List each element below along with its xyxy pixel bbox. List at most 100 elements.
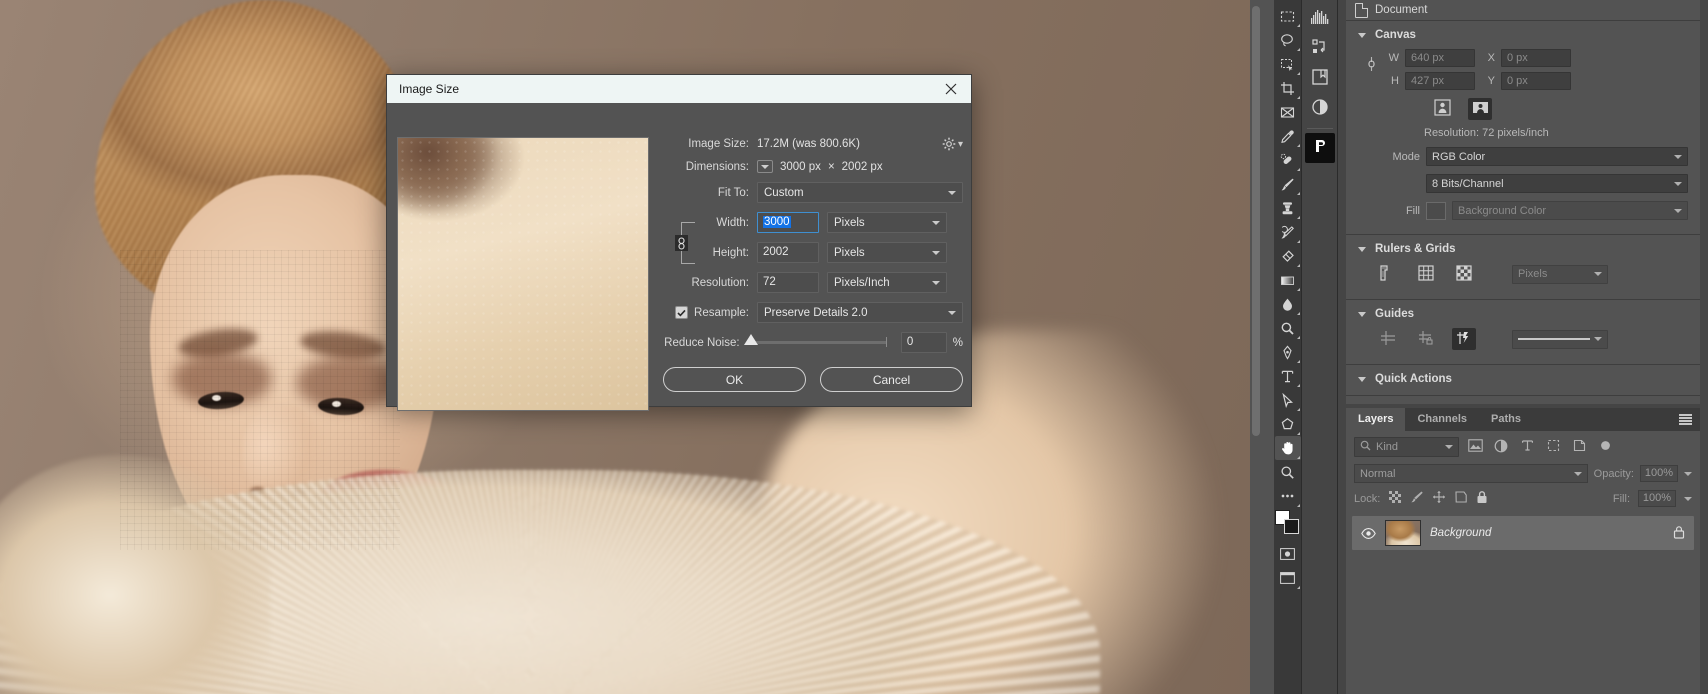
tab-layers[interactable]: Layers <box>1346 408 1406 431</box>
tool-eyedropper[interactable] <box>1275 124 1301 148</box>
resample-method-select[interactable]: Preserve Details 2.0 <box>757 302 963 323</box>
show-guides-button[interactable] <box>1376 328 1400 350</box>
tool-more[interactable] <box>1275 484 1301 508</box>
opacity-chevron-down-icon[interactable] <box>1684 471 1692 476</box>
ok-button[interactable]: OK <box>663 367 806 392</box>
panel-adjustments[interactable] <box>1305 94 1335 124</box>
list-item[interactable]: Background <box>1430 527 1664 539</box>
tool-eraser[interactable] <box>1275 244 1301 268</box>
canvas-depth-select[interactable]: 8 Bits/Channel <box>1426 174 1688 193</box>
image-preview[interactable] <box>397 137 649 411</box>
canvas-scrollbar-thumb[interactable] <box>1252 6 1260 436</box>
tool-brush[interactable] <box>1275 172 1301 196</box>
lock-position-icon[interactable] <box>1432 490 1446 507</box>
toggle-grid-button[interactable] <box>1414 263 1438 285</box>
lock-all-icon[interactable] <box>1476 490 1488 507</box>
orientation-landscape-button[interactable] <box>1468 98 1492 120</box>
filter-shape-button[interactable] <box>1543 437 1563 457</box>
tool-shape[interactable] <box>1275 412 1301 436</box>
guides-style-select[interactable] <box>1512 329 1608 349</box>
tool-frame[interactable] <box>1275 100 1301 124</box>
toggle-transparency-button[interactable] <box>1452 263 1476 285</box>
orientation-portrait-button[interactable] <box>1430 98 1454 120</box>
tool-type[interactable] <box>1275 364 1301 388</box>
canvas-vertical-scrollbar[interactable] <box>1250 0 1262 694</box>
gear-icon[interactable]: ▾ <box>942 137 963 151</box>
panel-histogram[interactable] <box>1305 4 1335 34</box>
height-input[interactable]: 2002 <box>757 242 819 263</box>
section-quick-actions-title-row[interactable]: Quick Actions <box>1346 371 1700 387</box>
tool-quick-mask[interactable] <box>1275 542 1301 566</box>
lock-icon[interactable] <box>1673 525 1685 542</box>
lock-image-icon[interactable] <box>1410 490 1424 507</box>
eye-icon[interactable] <box>1361 527 1376 539</box>
reduce-noise-slider-handle[interactable] <box>743 334 758 345</box>
fill-chevron-down-icon[interactable] <box>1684 496 1692 501</box>
lock-transparency-icon[interactable] <box>1388 490 1402 507</box>
tool-lasso[interactable] <box>1275 28 1301 52</box>
resolution-input[interactable]: 72 <box>757 272 819 293</box>
tool-dodge[interactable] <box>1275 316 1301 340</box>
panel-menu-icon[interactable] <box>1679 414 1692 425</box>
canvas-x-input[interactable]: 0 px <box>1501 49 1571 67</box>
filter-smartobject-button[interactable] <box>1569 437 1589 457</box>
background-color-swatch[interactable] <box>1283 519 1299 534</box>
canvas-mode-select[interactable]: RGB Color <box>1426 147 1688 166</box>
panel-libraries[interactable] <box>1305 64 1335 94</box>
section-guides-title-row[interactable]: Guides <box>1346 306 1700 326</box>
layer-kind-filter[interactable]: Kind <box>1354 437 1459 457</box>
filter-adjustment-button[interactable] <box>1491 437 1511 457</box>
resolution-unit-select[interactable]: Pixels/Inch <box>827 272 947 293</box>
gradient-icon <box>1280 273 1295 288</box>
dialog-titlebar[interactable]: Image Size <box>387 75 971 103</box>
table-row[interactable]: Background <box>1352 516 1694 550</box>
lock-guides-button[interactable] <box>1414 328 1438 350</box>
resample-checkbox[interactable] <box>675 306 689 319</box>
filter-image-button[interactable] <box>1465 437 1485 457</box>
canvas-y-input[interactable]: 0 px <box>1501 72 1571 90</box>
tool-path-selection[interactable] <box>1275 388 1301 412</box>
close-icon[interactable] <box>939 77 963 101</box>
tool-pen[interactable] <box>1275 340 1301 364</box>
tool-history-brush[interactable] <box>1275 220 1301 244</box>
dimensions-dropdown-button[interactable] <box>757 160 773 173</box>
filter-type-button[interactable] <box>1517 437 1537 457</box>
fit-to-select[interactable]: Custom <box>757 182 963 203</box>
canvas-fill-select[interactable]: Background Color <box>1452 201 1688 220</box>
panel-properties[interactable] <box>1304 133 1335 163</box>
section-rulers-title-row[interactable]: Rulers & Grids <box>1346 241 1700 261</box>
tool-object-selection[interactable] <box>1275 52 1301 76</box>
width-input[interactable]: 3000 <box>757 212 819 233</box>
color-swatches[interactable] <box>1274 510 1301 536</box>
blend-mode-select[interactable]: Normal <box>1354 464 1588 483</box>
reduce-noise-slider[interactable] <box>743 334 887 347</box>
fill-value[interactable]: 100% <box>1638 490 1676 507</box>
tool-blur[interactable] <box>1275 292 1301 316</box>
height-unit-select[interactable]: Pixels <box>827 242 947 263</box>
lock-artboard-icon[interactable] <box>1454 490 1468 507</box>
tool-crop[interactable] <box>1275 76 1301 100</box>
canvas-link-dimensions[interactable] <box>1366 49 1377 75</box>
tab-channels[interactable]: Channels <box>1405 408 1479 431</box>
canvas-fill-swatch[interactable] <box>1426 201 1446 220</box>
filter-toggle-button[interactable] <box>1595 437 1615 457</box>
smart-guides-button[interactable] <box>1452 328 1476 350</box>
tool-marquee[interactable] <box>1275 4 1301 28</box>
section-canvas-title-row[interactable]: Canvas <box>1346 27 1700 47</box>
canvas-w-input[interactable]: 640 px <box>1405 49 1475 67</box>
opacity-value[interactable]: 100% <box>1640 465 1678 482</box>
cancel-button[interactable]: Cancel <box>820 367 963 392</box>
tool-clone-stamp[interactable] <box>1275 196 1301 220</box>
width-unit-select[interactable]: Pixels <box>827 212 947 233</box>
tool-hand[interactable] <box>1274 436 1301 460</box>
tool-gradient[interactable] <box>1275 268 1301 292</box>
toggle-rulers-button[interactable] <box>1376 263 1400 285</box>
rulers-units-select[interactable]: Pixels <box>1512 264 1608 284</box>
panel-actions[interactable] <box>1305 34 1335 64</box>
canvas-h-input[interactable]: 427 px <box>1405 72 1475 90</box>
tool-healing-brush[interactable] <box>1275 148 1301 172</box>
tool-zoom[interactable] <box>1275 460 1301 484</box>
tool-screen-mode[interactable] <box>1275 566 1301 590</box>
reduce-noise-input[interactable]: 0 <box>900 332 947 353</box>
tab-paths[interactable]: Paths <box>1479 408 1533 431</box>
